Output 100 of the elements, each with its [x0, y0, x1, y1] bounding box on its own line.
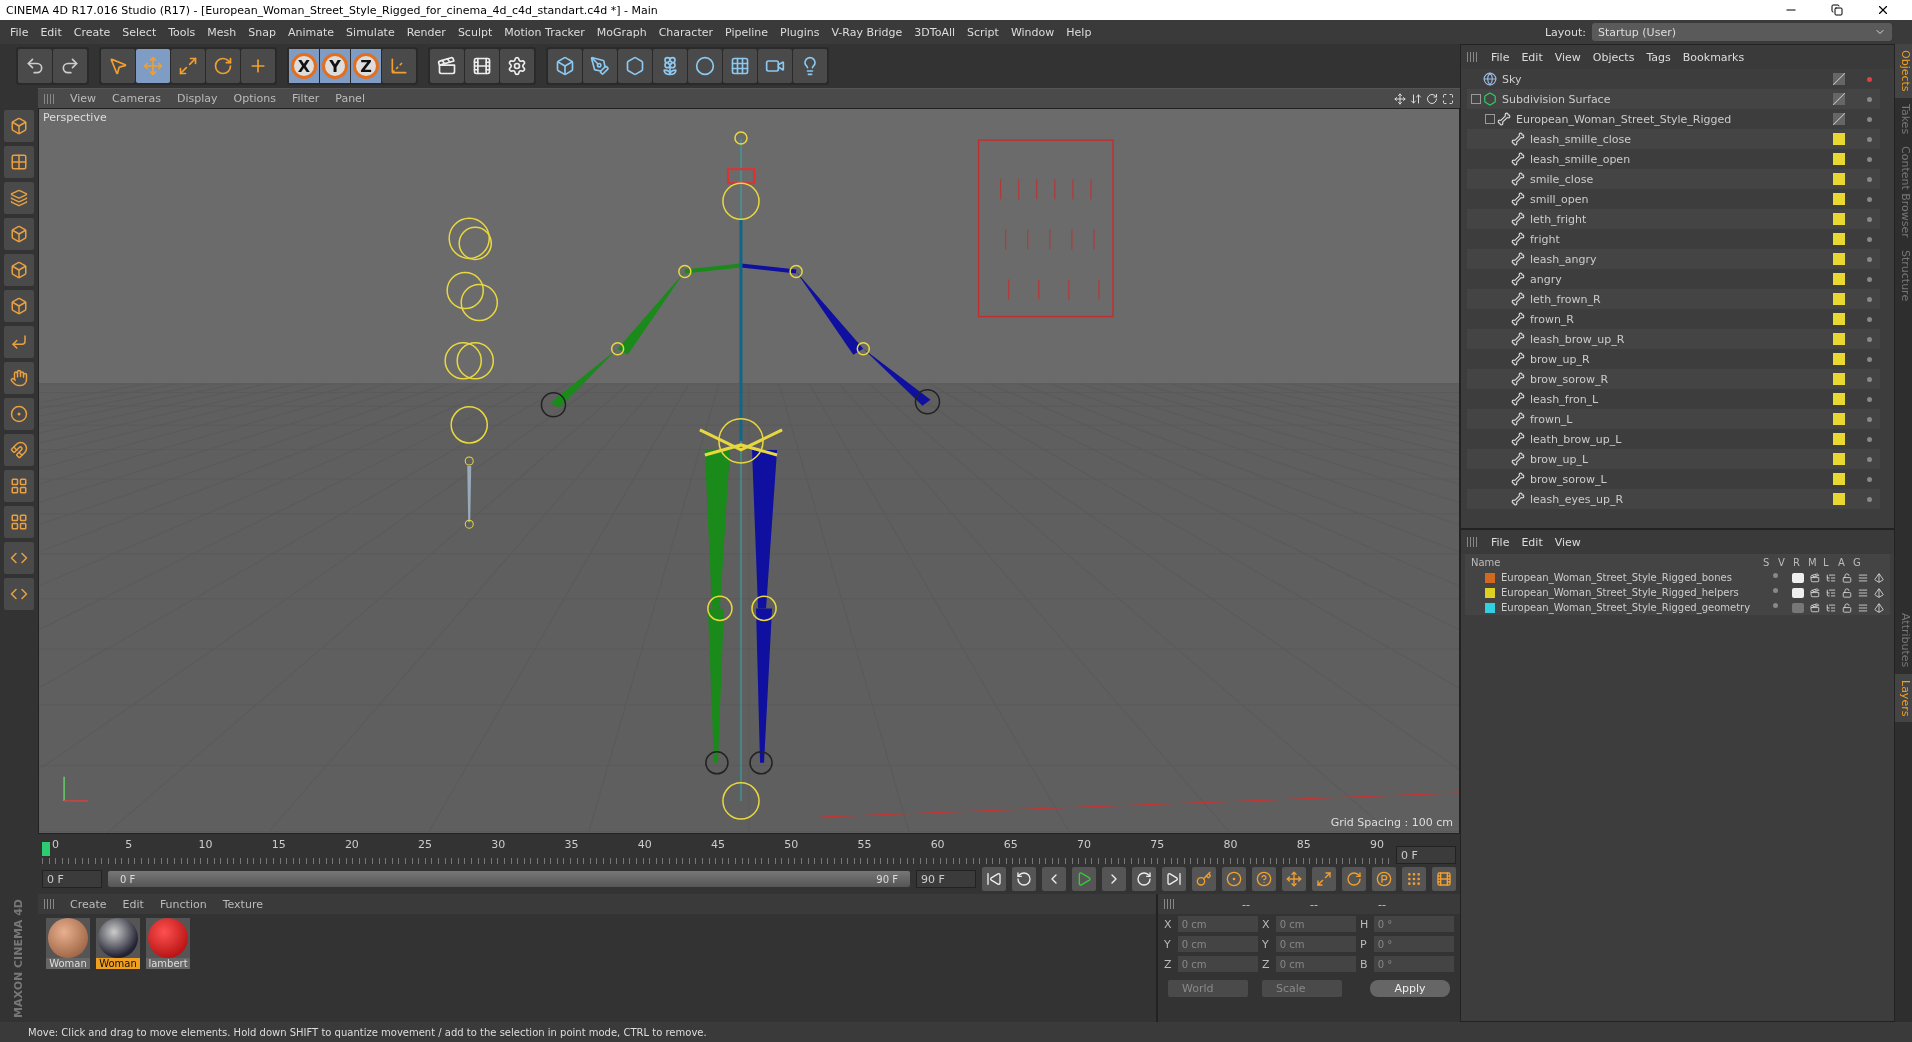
key-button[interactable]: [1252, 867, 1276, 891]
object-row[interactable]: brow_up_L: [1467, 449, 1880, 469]
solo-dot[interactable]: [1773, 587, 1778, 593]
menu-item[interactable]: Create: [62, 897, 115, 911]
menu-item[interactable]: Window: [1004, 25, 1061, 39]
material-item[interactable]: lambert: [146, 918, 190, 969]
bars-icon[interactable]: [1858, 572, 1868, 583]
hierarchy-icon[interactable]: [1826, 587, 1836, 598]
menu-item[interactable]: Create: [67, 25, 117, 39]
current-frame-field[interactable]: 0 F: [1396, 846, 1456, 864]
tool-button[interactable]: [500, 49, 534, 83]
object-row[interactable]: leth_fright: [1467, 209, 1880, 229]
key-button[interactable]: [1402, 867, 1426, 891]
object-row[interactable]: leash_angry: [1467, 249, 1880, 269]
menu-item[interactable]: Mesh: [201, 25, 243, 39]
visibility-dots[interactable]: [1867, 476, 1872, 482]
tool-button[interactable]: [4, 470, 34, 502]
key-button[interactable]: [1192, 867, 1216, 891]
apply-button[interactable]: Apply: [1370, 980, 1450, 997]
object-row[interactable]: leash_eyes_up_R: [1467, 489, 1880, 509]
menu-item[interactable]: Edit: [1515, 50, 1549, 64]
clapperboard-icon[interactable]: [1810, 587, 1820, 598]
visibility-dots[interactable]: [1867, 156, 1872, 162]
layer-row[interactable]: European_Woman_Street_Style_Rigged_geometry: [1465, 600, 1890, 615]
menu-item[interactable]: Motion Tracker: [498, 25, 591, 39]
end-frame-field[interactable]: 90 F: [916, 870, 976, 888]
menu-item[interactable]: File: [1485, 535, 1516, 549]
menu-item[interactable]: Help: [1060, 25, 1098, 39]
tool-button[interactable]: [206, 49, 240, 83]
lock-icon[interactable]: [1842, 587, 1852, 598]
visibility-dots[interactable]: [1867, 216, 1872, 222]
pyramid-icon[interactable]: [1874, 587, 1884, 598]
menu-item[interactable]: Sculpt: [451, 25, 499, 39]
hierarchy-icon[interactable]: [1826, 602, 1836, 613]
visibility-dots[interactable]: [1867, 316, 1872, 322]
menu-item[interactable]: Texture: [214, 897, 271, 911]
range-slider[interactable]: 0 F 90 F: [108, 871, 910, 887]
playback-button[interactable]: [1042, 867, 1066, 891]
visibility-dots[interactable]: [1867, 456, 1872, 462]
tool-button[interactable]: [653, 49, 687, 83]
side-tab[interactable]: Objects: [1895, 44, 1912, 98]
menu-item[interactable]: Bookmarks: [1676, 50, 1751, 64]
menu-item[interactable]: Tools: [162, 25, 202, 39]
tool-button[interactable]: [758, 49, 792, 83]
tool-button[interactable]: [4, 362, 34, 394]
object-row[interactable]: leash_brow_up_R: [1467, 329, 1880, 349]
side-tab[interactable]: Layers: [1895, 673, 1912, 722]
solo-dot[interactable]: [1773, 572, 1778, 578]
menu-item[interactable]: Objects: [1586, 50, 1641, 64]
tool-button[interactable]: [430, 49, 464, 83]
key-button[interactable]: [1342, 867, 1366, 891]
menu-item[interactable]: View: [62, 92, 105, 105]
collapse-toggle[interactable]: [1485, 114, 1495, 124]
tool-button[interactable]: [18, 49, 52, 83]
object-row[interactable]: leash_smille_close: [1467, 129, 1880, 149]
menu-item[interactable]: File: [4, 25, 35, 39]
menu-item[interactable]: Cameras: [104, 92, 169, 105]
object-row[interactable]: smile_close: [1467, 169, 1880, 189]
layer-row[interactable]: European_Woman_Street_Style_Rigged_helpers: [1465, 585, 1890, 600]
tool-button[interactable]: [548, 49, 582, 83]
tool-button[interactable]: [53, 49, 87, 83]
bars-icon[interactable]: [1858, 587, 1868, 598]
visibility-dots[interactable]: [1867, 356, 1872, 362]
menu-item[interactable]: Snap: [242, 25, 282, 39]
menu-item[interactable]: Panel: [327, 92, 373, 105]
key-button[interactable]: [1312, 867, 1336, 891]
visibility-dots[interactable]: [1867, 376, 1872, 382]
layout-dropdown[interactable]: Startup (User): [1592, 23, 1892, 41]
menu-item[interactable]: Character: [652, 25, 719, 39]
tool-button[interactable]: [171, 49, 205, 83]
menu-item[interactable]: View: [1548, 50, 1587, 64]
visibility-dots[interactable]: [1867, 136, 1872, 142]
tool-button[interactable]: [723, 49, 757, 83]
menu-item[interactable]: File: [1485, 50, 1516, 64]
tool-button[interactable]: [4, 218, 34, 250]
tool-button[interactable]: [688, 49, 722, 83]
tool-button[interactable]: [4, 578, 34, 610]
object-row[interactable]: frown_L: [1467, 409, 1880, 429]
tool-button[interactable]: [4, 398, 34, 430]
restore-icon[interactable]: [1831, 4, 1843, 16]
playback-button[interactable]: [1012, 867, 1036, 891]
menu-item[interactable]: Edit: [1515, 535, 1549, 549]
tool-button[interactable]: [4, 434, 34, 466]
playback-button[interactable]: [1072, 867, 1096, 891]
menu-item[interactable]: MoGraph: [590, 25, 653, 39]
menu-item[interactable]: Edit: [114, 897, 152, 911]
bars-icon[interactable]: [1858, 602, 1868, 613]
playback-button[interactable]: [1132, 867, 1156, 891]
menu-item[interactable]: Filter: [284, 92, 328, 105]
menu-item[interactable]: View: [1548, 535, 1587, 549]
visibility-dots[interactable]: [1867, 416, 1872, 422]
tool-button[interactable]: [4, 290, 34, 322]
move-icon[interactable]: [1394, 92, 1406, 105]
tool-button[interactable]: [4, 110, 34, 142]
menu-item[interactable]: Select: [116, 25, 163, 39]
material-item[interactable]: Woman: [96, 918, 140, 969]
tool-button[interactable]: [4, 542, 34, 574]
solo-dot[interactable]: [1773, 602, 1778, 608]
playback-button[interactable]: [1102, 867, 1126, 891]
tool-button[interactable]: [101, 49, 135, 83]
